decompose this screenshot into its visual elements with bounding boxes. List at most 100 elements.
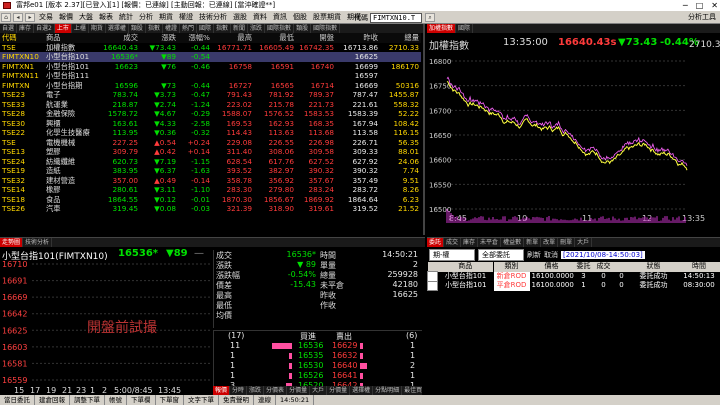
order-header-cell[interactable]: 時間: [677, 262, 720, 272]
book-bid-price[interactable]: 16530: [298, 361, 323, 370]
quote-row[interactable]: TSE26 汽車 319.45 ▼0.08 -0.03 321.39 318.90 319.6…: [0, 204, 421, 214]
order-header-cell[interactable]: [427, 262, 438, 272]
order-tab-8[interactable]: 大戶: [575, 238, 593, 247]
cancel-order-button[interactable]: 取消: [544, 250, 558, 260]
home-icon[interactable]: ⌂: [1, 12, 11, 22]
tick-chart-svg[interactable]: 16710 16691 16669 16642 16625 16603 16581 16559…: [0, 260, 212, 396]
menu-item-5[interactable]: 分析: [136, 12, 156, 22]
quote-header-cell[interactable]: 最高: [212, 33, 254, 43]
quote-row[interactable]: FIMTXN1 小型台指101 16623 ▼76 -0.46 16758 16591 167…: [0, 62, 421, 72]
quote-row[interactable]: TSE14 橡膠 280.61 ▼3.11 -1.10 283.30 279.80 283.2…: [0, 185, 421, 195]
order-checkbox[interactable]: [427, 271, 438, 282]
order-tab-0[interactable]: 委託: [427, 238, 445, 247]
quote-tab-8[interactable]: 指數: [146, 24, 163, 33]
menu-item-9[interactable]: 選股: [230, 12, 250, 22]
quote-tab-0[interactable]: 自選: [0, 24, 18, 33]
quote-tab-2[interactable]: 自選2: [34, 24, 55, 33]
menu-item-4[interactable]: 統計: [116, 12, 136, 22]
menu-item-11[interactable]: 資訊: [270, 12, 290, 22]
tab-international[interactable]: 國際: [456, 24, 474, 33]
analysis-tools-button[interactable]: 分析工具: [688, 12, 716, 22]
quote-tab-9[interactable]: 權證: [163, 24, 180, 33]
search-icon[interactable]: ⌕: [425, 13, 435, 22]
order-tab-3[interactable]: 未平倉: [478, 238, 502, 247]
menu-item-3[interactable]: 報表: [96, 12, 116, 22]
order-header-cell[interactable]: 狀態: [629, 262, 678, 272]
order-header-cell[interactable]: 商品: [437, 262, 494, 272]
quote-row[interactable]: TSE24 紡織纖維 620.73 ▼7.19 -1.15 628.54 617.76 627…: [0, 157, 421, 167]
quote-row[interactable]: TSE13 塑膠 309.79 ▲0.42 +0.14 311.40 308.06 309.5…: [0, 147, 421, 157]
order-header-cell[interactable]: [613, 262, 630, 272]
menu-item-6[interactable]: 期貨: [156, 12, 176, 22]
menu-item-2[interactable]: 大盤: [76, 12, 96, 22]
tick-bottom-tab-7[interactable]: 選擇權: [350, 386, 374, 395]
quote-tab-7[interactable]: 類股: [129, 24, 146, 33]
menu-item-12[interactable]: 個股: [290, 12, 310, 22]
order-checkbox[interactable]: [427, 280, 438, 291]
book-bid-price[interactable]: 16536: [298, 341, 323, 350]
book-bid-price[interactable]: 16526: [298, 371, 323, 380]
order-tab-4[interactable]: 權益數: [501, 238, 525, 247]
order-tab-1[interactable]: 成交: [444, 238, 462, 247]
menu-item-0[interactable]: 交易: [36, 12, 56, 22]
book-ask-price[interactable]: 16641: [332, 371, 357, 380]
tick-bottom-tab-6[interactable]: 分價量: [327, 386, 351, 395]
tick-bottom-tab-4[interactable]: 分價量: [287, 386, 311, 395]
menu-item-8[interactable]: 技術分析: [196, 12, 230, 22]
quote-tab-16[interactable]: 類股: [294, 24, 312, 33]
menu-item-10[interactable]: 資料: [250, 12, 270, 22]
tab-technical[interactable]: 技術分析: [23, 238, 53, 247]
order-header-cell[interactable]: 成交: [593, 262, 614, 272]
index-chart-svg[interactable]: 16800 16750 16700 16650 16600 16550 16500 8:45…: [427, 57, 720, 235]
quote-row[interactable]: TSE23 電子 783.74 ▼3.73 -0.47 791.43 781.92 789.3…: [0, 90, 421, 100]
quote-tab-13[interactable]: 新聞: [231, 24, 249, 33]
quote-tab-15[interactable]: 國際指數: [265, 24, 295, 33]
tick-bottom-tab-9[interactable]: 最佳買賣: [402, 386, 422, 395]
quote-tab-14[interactable]: 漲跌: [248, 24, 266, 33]
tick-bottom-tab-3[interactable]: 分價表: [264, 386, 288, 395]
quote-tab-17[interactable]: 國際指數: [311, 24, 341, 33]
quote-row[interactable]: TSE30 興櫃 163.61 ▼4.33 -2.58 169.53 162.93 168.3…: [0, 119, 421, 129]
quote-tab-1[interactable]: 庫存: [17, 24, 35, 33]
order-tab-6[interactable]: 改單: [541, 238, 559, 247]
status-item-2[interactable]: 調整下單: [70, 395, 105, 405]
tick-bottom-tab-2[interactable]: 漲跌: [247, 386, 265, 395]
tab-tick-chart[interactable]: 走勢圖: [0, 238, 24, 247]
status-item-1[interactable]: 建倉回報: [35, 395, 70, 405]
quote-tab-12[interactable]: 指數: [214, 24, 232, 33]
tick-bottom-tab-8[interactable]: 分點明細: [373, 386, 403, 395]
status-item-0[interactable]: 當日委託: [0, 395, 35, 405]
quote-row[interactable]: FIMTXN10 小型台指101 16536* ▼89 -0.54 16625: [0, 52, 421, 62]
quote-row[interactable]: TSE19 造紙 383.95 ▼6.37 -1.63 393.52 382.97 390.3…: [0, 166, 421, 176]
quote-row[interactable]: TSE33 航運業 218.87 ▼2.74 -1.24 223.02 215.78 221.…: [0, 100, 421, 110]
book-bid-price[interactable]: 16535: [298, 351, 323, 360]
quote-header-cell[interactable]: 代碼: [0, 33, 44, 43]
quote-tab-4[interactable]: 上櫃: [72, 24, 89, 33]
order-header-cell[interactable]: 類別: [493, 262, 530, 272]
menu-item-7[interactable]: 權證: [176, 12, 196, 22]
status-item-5[interactable]: 下單窗: [156, 395, 184, 405]
close-button[interactable]: ✕: [711, 0, 718, 11]
order-row[interactable]: 小型台指101 新倉ROD 16100.0000 3 0 0 委託成功 14:50:13: [427, 271, 720, 282]
quote-header-cell[interactable]: 漲跌: [140, 33, 178, 43]
quote-tab-5[interactable]: 期貨: [89, 24, 106, 33]
tab-index[interactable]: 加權指數: [427, 24, 457, 33]
quote-header-cell[interactable]: 最低: [254, 33, 296, 43]
minimize-button[interactable]: ─: [683, 0, 688, 11]
maximize-button[interactable]: □: [696, 0, 704, 11]
symbol-input[interactable]: [370, 12, 422, 23]
refresh-button[interactable]: 刷新: [527, 250, 541, 260]
tick-bottom-tab-5[interactable]: 大戶: [310, 386, 328, 395]
order-tab-7[interactable]: 刪單: [558, 238, 576, 247]
order-row[interactable]: 小型台指101 平倉ROD 16100.0000 1 0 0 委託成功 08:30:00: [427, 280, 720, 291]
book-ask-price[interactable]: 16632: [332, 351, 357, 360]
quote-header-cell[interactable]: 商品: [44, 33, 100, 43]
tick-bottom-tab-1[interactable]: 分時: [230, 386, 248, 395]
quote-header-cell[interactable]: 漲幅%: [178, 33, 212, 43]
quote-row[interactable]: TSE28 金融保險 1578.72 ▼4.67 -0.29 1588.07 1576.52…: [0, 109, 421, 119]
quote-row[interactable]: TSE 電機機械 227.25 ▲0.54 +0.24 229.08 226.55 226.9…: [0, 138, 421, 148]
quote-header-cell[interactable]: 成交: [100, 33, 140, 43]
quote-header-cell[interactable]: 總量: [380, 33, 421, 43]
order-header-cell[interactable]: 價格: [529, 262, 574, 272]
account-select[interactable]: 期-權: [429, 248, 475, 261]
